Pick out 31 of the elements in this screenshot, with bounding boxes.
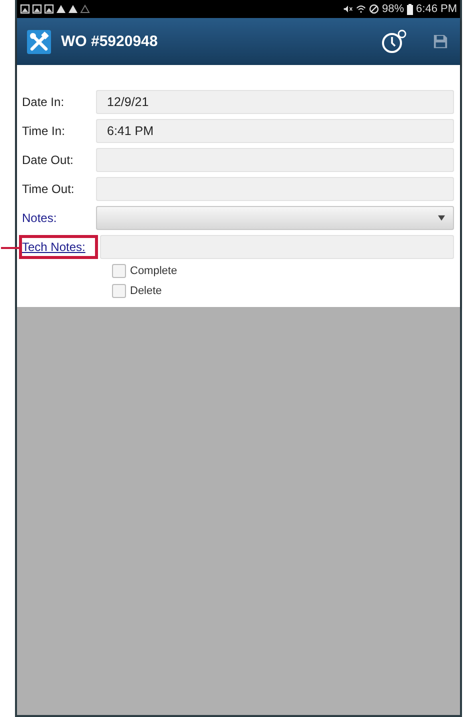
field-label-link[interactable]: Tech Notes: [22, 240, 86, 254]
image-notification-icon [32, 4, 42, 14]
input-field[interactable]: 12/9/21 [96, 90, 454, 114]
battery-icon [407, 4, 414, 14]
checkbox-label: Complete [130, 265, 178, 277]
save-icon[interactable] [433, 34, 448, 49]
caret-icon [438, 214, 445, 220]
image-notification-icon [20, 4, 30, 14]
wifi-icon [356, 4, 366, 14]
blocked-icon [369, 4, 379, 14]
input-field[interactable]: 6:41 PM [96, 118, 454, 142]
dropdown-field[interactable] [96, 206, 454, 230]
input-field[interactable] [96, 176, 454, 200]
timer-icon[interactable] [381, 28, 407, 54]
checkbox-label: Delete [130, 285, 162, 297]
app-bar-title: WO #5920948 [61, 33, 158, 50]
clock-time: 6:46 PM [416, 3, 457, 15]
warning-outline-icon [80, 4, 90, 14]
image-notification-icon [44, 4, 54, 14]
input-field[interactable] [100, 234, 454, 258]
mute-icon [343, 4, 353, 14]
input-field[interactable] [96, 148, 454, 172]
field-label: Date Out: [22, 152, 74, 166]
tools-icon [27, 30, 51, 54]
field-label: Time In: [22, 124, 65, 138]
field-label: Time Out: [22, 182, 74, 196]
battery-percentage: 98% [382, 3, 404, 15]
checkbox[interactable] [112, 264, 126, 278]
checkbox[interactable] [112, 284, 126, 298]
field-label: Date In: [22, 94, 64, 108]
field-label: Notes: [22, 210, 57, 224]
